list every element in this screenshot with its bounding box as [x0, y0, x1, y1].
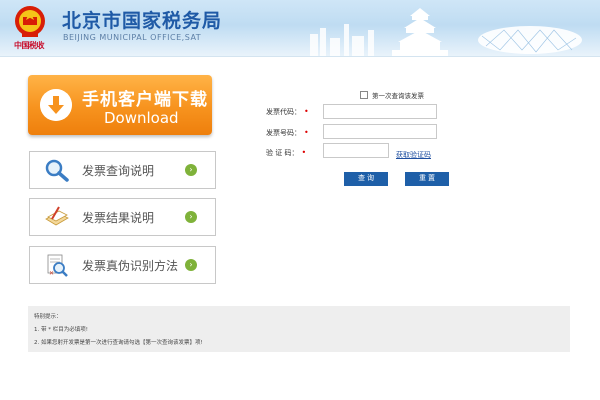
mobile-client-download-button[interactable]: 手机客户端下载 Download: [28, 75, 212, 135]
sidebar-item-query-instructions[interactable]: 发票查询说明 ›: [29, 151, 216, 189]
invoice-number-input[interactable]: [323, 124, 437, 139]
download-button-sublabel: Download: [104, 109, 179, 127]
notice-line: 2. 如果您射开发票是第一次进行查询请勾选【第一次查询该发票】项!: [34, 340, 203, 346]
sidebar-item-authenticity-methods[interactable]: ✕ 发票真伪识别方法 ›: [29, 246, 216, 284]
query-button[interactable]: 查 询: [344, 172, 388, 186]
arrow-right-icon: ›: [185, 211, 197, 223]
get-captcha-link[interactable]: 获取验证码: [396, 150, 431, 160]
sidebar-item-result-instructions[interactable]: 发票结果说明 ›: [29, 198, 216, 236]
arrow-right-icon: ›: [185, 259, 197, 271]
site-title: 北京市国家税务局: [62, 10, 223, 32]
notice-title: 特别提示：: [34, 314, 62, 320]
special-notice-panel: 特别提示： 1. 带 * 栏目为必填项! 2. 如果您射开发票是第一次进行查询请…: [28, 306, 570, 352]
sidebar-item-label: 发票真伪识别方法: [82, 259, 179, 273]
invoice-code-label: 发票代码： •: [266, 107, 309, 116]
first-query-label: 第一次查询该发票: [372, 92, 424, 100]
sidebar-item-label: 发票查询说明: [82, 164, 155, 178]
first-query-checkbox[interactable]: [360, 91, 368, 99]
download-arrow-icon: [40, 89, 72, 121]
captcha-label: 验 证 码： •: [266, 148, 307, 157]
sidebar-item-label: 发票结果说明: [82, 211, 155, 225]
download-button-label: 手机客户端下载: [82, 90, 208, 110]
arrow-right-icon: ›: [185, 164, 197, 176]
reset-button[interactable]: 重 置: [405, 172, 449, 186]
site-header: 中国税收 北京市国家税务局 BEIJING MUNICIPAL OFFICE,S…: [0, 0, 600, 57]
site-subtitle: BEIJING MUNICIPAL OFFICE,SAT: [63, 33, 202, 42]
svg-text:✕: ✕: [49, 270, 54, 277]
document-icon: [45, 206, 69, 226]
notice-line: 1. 带 * 栏目为必填项!: [34, 327, 88, 333]
magnifier-icon: [45, 159, 69, 182]
seal-logo: 中国税收: [14, 41, 45, 50]
captcha-input[interactable]: [323, 143, 389, 158]
invoice-code-input[interactable]: [323, 104, 437, 119]
invoice-number-label: 发票号码： •: [266, 128, 309, 137]
beijing-skyline-illustration: [310, 8, 582, 56]
national-emblem-icon: [15, 6, 45, 37]
inspection-icon: ✕: [47, 254, 68, 277]
